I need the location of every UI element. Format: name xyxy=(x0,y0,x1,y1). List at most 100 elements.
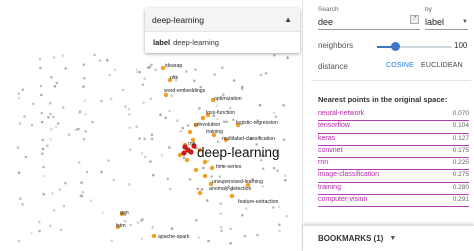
neighbor-distance: 0.280 xyxy=(452,183,469,191)
scatter-point-highlight xyxy=(197,190,203,196)
scatter-point xyxy=(168,109,171,113)
scatter-point xyxy=(170,227,174,230)
list-item[interactable]: training 0.280 xyxy=(318,183,469,196)
neighbor-word: convnet xyxy=(318,146,343,154)
scatter-point xyxy=(81,191,85,194)
scatter-label: unsupervised-learning xyxy=(212,179,263,185)
scatter-point xyxy=(231,118,235,122)
scatter-point xyxy=(112,178,116,182)
scatter-point xyxy=(41,147,45,151)
scatter-point xyxy=(83,99,87,102)
scatter-point xyxy=(273,111,276,114)
scatter-point xyxy=(219,202,222,205)
scatter-point xyxy=(181,126,184,130)
scatter-point xyxy=(168,187,172,191)
scatter-label: apache-spark xyxy=(158,234,190,240)
search-input[interactable] xyxy=(318,14,420,30)
selection-card: deep-learning ▲ label deep-learning xyxy=(145,8,300,53)
neighbors-slider[interactable] xyxy=(377,42,452,51)
selection-card-header[interactable]: deep-learning ▲ xyxy=(145,8,300,32)
scatter-point xyxy=(50,76,53,79)
nearest-points-list: neural-network 0.070 tensorflow 0.104 ke… xyxy=(318,109,469,217)
bookmarks-header[interactable]: BOOKMARKS (1) ▼ xyxy=(303,225,474,251)
scatter-point xyxy=(138,137,141,140)
scatter-point xyxy=(41,138,44,142)
scatter-label: multilabel-classification xyxy=(222,136,275,142)
scatter-point xyxy=(40,93,43,97)
scatter-point xyxy=(21,203,24,206)
neighbor-distance: 0.070 xyxy=(452,110,469,117)
scatter-point xyxy=(82,63,86,66)
scatter-point xyxy=(38,229,41,233)
list-item[interactable]: tensorflow 0.104 xyxy=(318,121,469,134)
scatter-point-highlight xyxy=(200,115,206,121)
scatter-point xyxy=(37,220,41,224)
scatter-point xyxy=(109,97,113,101)
chevron-up-icon[interactable]: ▲ xyxy=(284,15,292,24)
neighbor-distance: 0.127 xyxy=(452,134,469,142)
scatter-point xyxy=(160,154,164,157)
selection-title: deep-learning xyxy=(152,14,204,25)
scatter-point xyxy=(16,146,20,149)
scatter-point xyxy=(23,115,26,118)
scatter-point-highlight xyxy=(184,157,190,163)
scatter-point xyxy=(135,68,139,71)
distance-euclidean-option[interactable]: EUCLIDEAN xyxy=(421,62,463,69)
scatter-point xyxy=(261,185,264,188)
selection-field-key: label xyxy=(153,37,171,47)
scatter-point xyxy=(24,155,28,159)
scatter-point-selected xyxy=(188,149,194,155)
list-item[interactable]: convnet 0.175 xyxy=(318,146,469,159)
scatter-point xyxy=(19,197,22,200)
scatter-point xyxy=(210,175,213,178)
scatter-point xyxy=(240,87,244,91)
scatter-point xyxy=(64,67,67,70)
neighbors-slider-thumb[interactable] xyxy=(390,42,400,51)
list-item[interactable]: neural-network 0.070 xyxy=(318,109,469,122)
projection-canvas[interactable]: idearap nltk word-embeddings optimization lo… xyxy=(0,0,302,251)
scatter-point xyxy=(30,123,34,127)
scatter-point xyxy=(244,207,248,210)
scatter-point xyxy=(67,133,71,136)
scatter-point xyxy=(276,169,279,172)
scatter-point xyxy=(259,73,263,77)
scatter-point xyxy=(77,127,80,131)
scatter-point xyxy=(284,178,287,182)
list-item[interactable]: keras 0.127 xyxy=(318,134,469,146)
scatter-point xyxy=(220,229,223,232)
scatter-point xyxy=(164,116,167,120)
scatter-point xyxy=(159,113,162,117)
scatter-point xyxy=(202,166,205,170)
list-item[interactable]: image-classification 0.275 xyxy=(318,170,469,183)
scatter-point xyxy=(89,199,93,202)
scatter-label: nltk xyxy=(170,75,178,81)
list-item[interactable]: rnn 0.225 xyxy=(318,158,469,171)
scatter-point xyxy=(194,68,197,71)
scatter-point xyxy=(85,170,89,174)
scatter-point xyxy=(196,187,200,191)
search-by-select[interactable]: label ▼ xyxy=(425,14,468,30)
list-item[interactable]: computer-vision 0.291 xyxy=(318,195,469,208)
scatter-point xyxy=(113,68,117,71)
scatter-point xyxy=(59,228,63,232)
scatter-point xyxy=(128,113,131,116)
scatter-point xyxy=(78,111,82,114)
scatter-point xyxy=(229,242,232,245)
distance-cosine-option[interactable]: COSINE xyxy=(386,62,414,69)
scatter-point xyxy=(272,166,276,170)
scatter-point xyxy=(80,181,83,184)
scatter-point xyxy=(17,92,21,95)
scatter-point xyxy=(142,101,145,105)
scatter-point xyxy=(61,54,65,57)
scatter-point xyxy=(40,111,44,115)
regex-toggle-icon[interactable]: .* xyxy=(410,15,419,24)
scatter-focus-label: deep-learning xyxy=(197,145,280,160)
scatter-point xyxy=(185,70,188,73)
scatter-point xyxy=(48,101,52,105)
scatter-point xyxy=(152,173,155,177)
scatter-point xyxy=(46,144,49,148)
scatter-point xyxy=(101,211,105,214)
scatter-point xyxy=(274,115,278,118)
scatter-point xyxy=(284,174,287,177)
scatter-point xyxy=(49,224,52,228)
